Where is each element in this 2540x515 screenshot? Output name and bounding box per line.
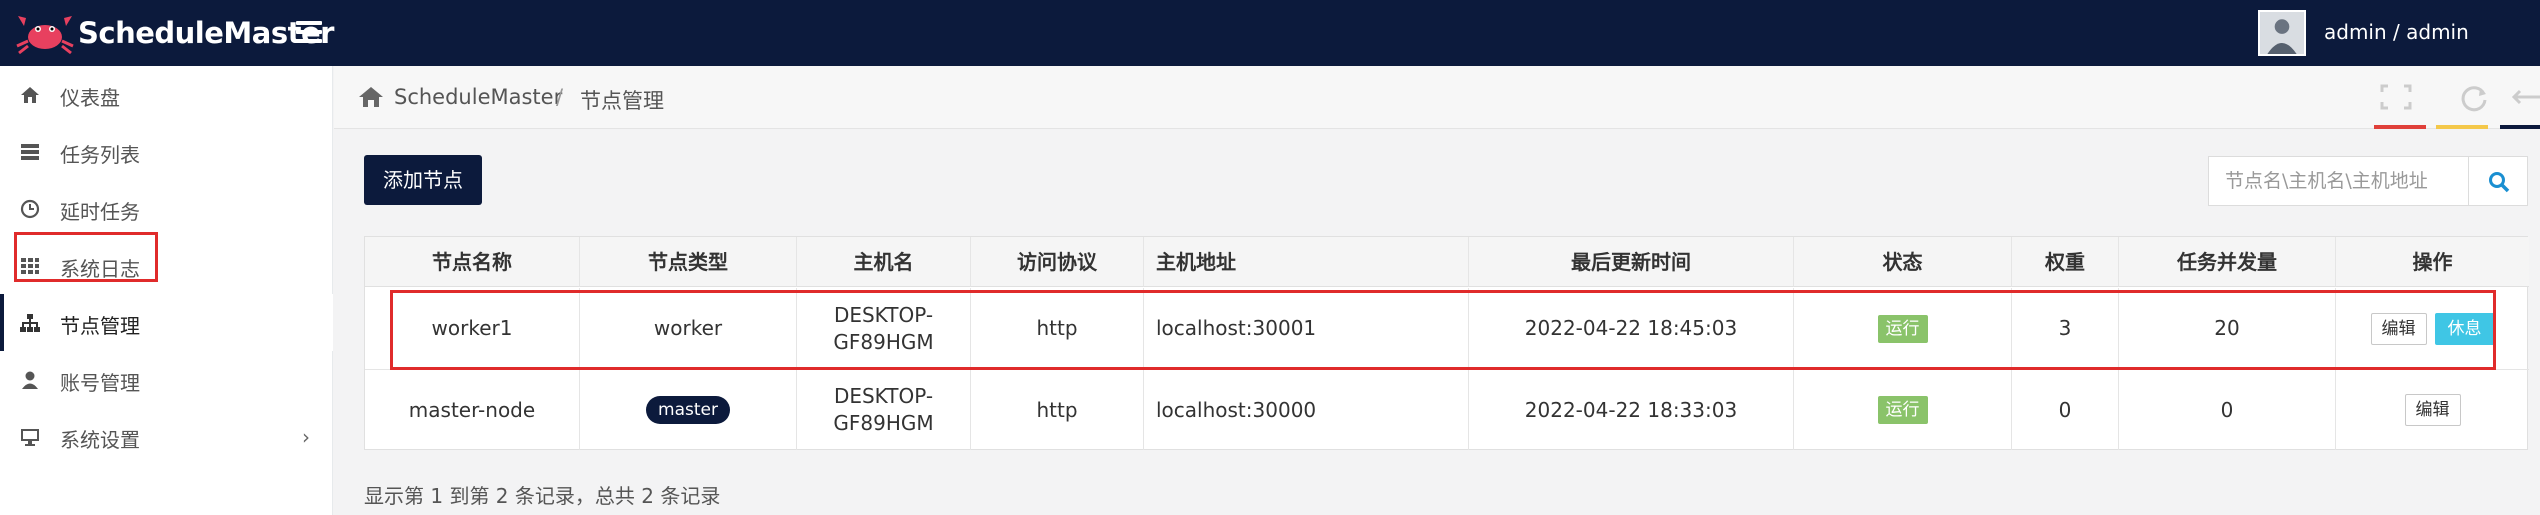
- sidebar-item-settings[interactable]: 系统设置 ›: [0, 408, 333, 465]
- user-icon: [22, 371, 38, 389]
- sidebar-item-tasks[interactable]: 任务列表: [0, 123, 333, 180]
- search-icon: [2489, 172, 2510, 193]
- column-header: 操作: [2336, 237, 2529, 287]
- cell-actions: 编辑 休息: [2336, 288, 2529, 369]
- breadcrumb-separator: /: [556, 85, 564, 109]
- sidebar-item-label: 延时任务: [60, 200, 140, 224]
- status-badge: 运行: [1877, 314, 1928, 343]
- tool-accent-navy: [2500, 125, 2540, 129]
- cell-weight: 0: [2012, 370, 2119, 450]
- column-header[interactable]: 权重: [2012, 237, 2119, 287]
- column-header[interactable]: 节点名称: [365, 237, 580, 287]
- column-header[interactable]: 最后更新时间: [1469, 237, 1794, 287]
- breadcrumb-current: 节点管理: [580, 89, 664, 113]
- cell-protocol: http: [971, 370, 1144, 450]
- user-menu[interactable]: admin / admin: [2324, 20, 2469, 44]
- cell-status: 运行: [1794, 288, 2012, 369]
- monitor-icon: [21, 429, 39, 446]
- cell-concurrency: 20: [2119, 288, 2336, 369]
- cell-hostname: DESKTOP-GF89HGM: [797, 370, 971, 450]
- avatar[interactable]: [2258, 10, 2306, 56]
- breadcrumb: ScheduleMaster / 节点管理: [334, 66, 2540, 129]
- sitemap-icon: [20, 314, 40, 332]
- list-icon: [21, 144, 39, 160]
- cell-node-name: worker1: [365, 288, 580, 369]
- cell-weight: 3: [2012, 288, 2119, 369]
- top-navbar: ScheduleMaster admin / admin: [0, 0, 2540, 66]
- status-badge: 运行: [1877, 396, 1928, 424]
- cell-node-name: master-node: [365, 370, 580, 450]
- cell-node-type: worker: [580, 288, 797, 369]
- pause-button[interactable]: 休息: [2434, 312, 2495, 345]
- edit-button[interactable]: 编辑: [2404, 394, 2461, 426]
- search-button[interactable]: [2468, 156, 2528, 206]
- sidebar-item-nodes[interactable]: 节点管理: [0, 294, 333, 351]
- column-header[interactable]: 主机地址: [1144, 237, 1469, 287]
- cell-protocol: http: [971, 288, 1144, 369]
- active-item-highlight: [14, 232, 158, 282]
- crab-logo-icon: [16, 16, 74, 55]
- sidebar: 仪表盘 任务列表 延时任务 系统日志 节点管理 账号管理 系统设置 ›: [0, 66, 333, 515]
- sidebar-item-label: 系统设置: [60, 428, 140, 452]
- clock-icon: [20, 199, 40, 219]
- cell-concurrency: 0: [2119, 370, 2336, 450]
- column-header[interactable]: 状态: [1794, 237, 2012, 287]
- cell-status: 运行: [1794, 370, 2012, 450]
- collapse-icon[interactable]: [2510, 82, 2540, 112]
- sidebar-item-label: 账号管理: [60, 371, 140, 395]
- sidebar-item-label: 仪表盘: [60, 86, 120, 110]
- fullscreen-icon[interactable]: [2378, 82, 2414, 112]
- home-icon: [21, 87, 39, 103]
- edit-button[interactable]: 编辑: [2370, 312, 2427, 345]
- sidebar-item-label: 任务列表: [60, 143, 140, 167]
- breadcrumb-root[interactable]: ScheduleMaster: [394, 85, 562, 109]
- cell-node-type: master: [580, 370, 797, 450]
- menu-toggle-icon[interactable]: [296, 21, 322, 43]
- cell-address: localhost:30001: [1144, 288, 1469, 369]
- search-input[interactable]: [2208, 156, 2468, 206]
- node-type-badge: master: [646, 396, 730, 424]
- sidebar-item-delayed-tasks[interactable]: 延时任务: [0, 180, 333, 237]
- pagination-info: 显示第 1 到第 2 条记录，总共 2 条记录: [364, 484, 721, 508]
- cell-hostname: DESKTOP-GF89HGM: [797, 288, 971, 369]
- chevron-right-icon: ›: [302, 425, 310, 449]
- cell-updated-time: 2022-04-22 18:33:03: [1469, 370, 1794, 450]
- column-header[interactable]: 主机名: [797, 237, 971, 287]
- cell-actions: 编辑: [2336, 370, 2529, 450]
- tool-accent-red: [2374, 125, 2426, 129]
- add-node-button[interactable]: 添加节点: [364, 155, 482, 205]
- refresh-icon[interactable]: [2456, 82, 2492, 112]
- sidebar-item-label: 节点管理: [60, 314, 140, 338]
- cell-address: localhost:30000: [1144, 370, 1469, 450]
- column-header[interactable]: 访问协议: [971, 237, 1144, 287]
- tool-accent-yellow: [2436, 125, 2488, 129]
- sidebar-item-dashboard[interactable]: 仪表盘: [0, 66, 333, 123]
- cell-updated-time: 2022-04-22 18:45:03: [1469, 288, 1794, 369]
- column-header[interactable]: 节点类型: [580, 237, 797, 287]
- home-icon[interactable]: [358, 86, 384, 108]
- nodes-table: 节点名称 节点类型 主机名 访问协议 主机地址 最后更新时间 状态 权重 任务并…: [364, 236, 2529, 450]
- column-header[interactable]: 任务并发量: [2119, 237, 2336, 287]
- sidebar-item-accounts[interactable]: 账号管理: [0, 351, 333, 408]
